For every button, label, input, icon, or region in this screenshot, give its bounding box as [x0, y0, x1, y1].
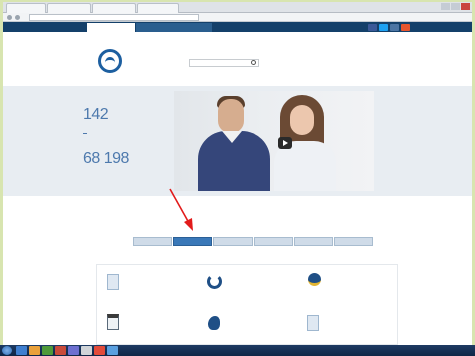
address-bar[interactable]: [29, 14, 199, 21]
divider: [83, 133, 87, 134]
annotation-arrow-icon: [169, 188, 193, 231]
facebook-icon[interactable]: [368, 24, 377, 31]
site-top-strip: [3, 22, 472, 32]
screenshot-frame: 142 68 198: [3, 2, 472, 345]
service-item[interactable]: [197, 306, 297, 345]
services-tab[interactable]: [293, 237, 333, 246]
document-icon: [307, 315, 319, 331]
service-item[interactable]: [297, 306, 397, 345]
minimize-icon[interactable]: [441, 3, 450, 10]
odnoklassniki-icon[interactable]: [401, 24, 410, 31]
services-tab[interactable]: [133, 237, 173, 246]
taskbar-app-icon[interactable]: [42, 346, 53, 355]
forward-icon[interactable]: [15, 15, 20, 20]
close-icon[interactable]: [461, 3, 470, 10]
stat-value: 142: [83, 106, 109, 123]
browser-tab[interactable]: [47, 3, 91, 13]
taskbar-app-icon[interactable]: [107, 346, 118, 355]
services-grid: [96, 264, 398, 345]
hero-photo[interactable]: [174, 91, 374, 191]
browser-tab-bar: [3, 2, 472, 13]
start-button-icon[interactable]: [2, 346, 12, 355]
service-item[interactable]: [297, 265, 397, 305]
services-tab[interactable]: [213, 237, 253, 246]
back-icon[interactable]: [7, 15, 12, 20]
taskbar-app-icon[interactable]: [16, 346, 27, 355]
site-header: [3, 32, 472, 86]
photo-detail: [218, 99, 244, 133]
service-item[interactable]: [197, 265, 297, 305]
taskbar-app-icon[interactable]: [81, 346, 92, 355]
browser-tab[interactable]: [137, 3, 179, 13]
service-item[interactable]: [97, 306, 197, 345]
id-badge-icon: [107, 314, 119, 330]
play-video-icon[interactable]: [278, 137, 292, 149]
taskbar-app-icon[interactable]: [94, 346, 105, 355]
browser-toolbar: [3, 13, 472, 22]
social-links: [368, 24, 410, 31]
horseshoe-icon: [207, 274, 222, 289]
taskbar-app-icon[interactable]: [29, 346, 40, 355]
rabbit-icon: [208, 316, 220, 330]
taskbar-app-icon[interactable]: [68, 346, 79, 355]
browser-tab[interactable]: [92, 3, 136, 13]
vk-icon[interactable]: [390, 24, 399, 31]
services-tab-active[interactable]: [173, 237, 213, 246]
search-input[interactable]: [189, 59, 259, 67]
search-icon[interactable]: [251, 60, 256, 65]
services-tab[interactable]: [253, 237, 293, 246]
taskbar-app-icon[interactable]: [55, 346, 66, 355]
os-taskbar: [0, 345, 475, 356]
photo-detail: [290, 105, 314, 135]
service-item[interactable]: [97, 265, 197, 305]
services-tabs: [133, 237, 374, 246]
maximize-icon[interactable]: [451, 3, 460, 10]
window-controls: [441, 3, 470, 10]
site-section-tab[interactable]: [87, 23, 135, 32]
logo-icon[interactable]: [98, 49, 122, 73]
medal-icon: [308, 273, 321, 286]
browser-tab[interactable]: [6, 3, 46, 13]
site-section-tab[interactable]: [136, 23, 212, 32]
services-tab[interactable]: [333, 237, 374, 246]
twitter-icon[interactable]: [379, 24, 388, 31]
hero-banner: 142 68 198: [3, 86, 472, 196]
document-icon: [107, 274, 119, 290]
stat-value: 68 198: [83, 150, 129, 167]
